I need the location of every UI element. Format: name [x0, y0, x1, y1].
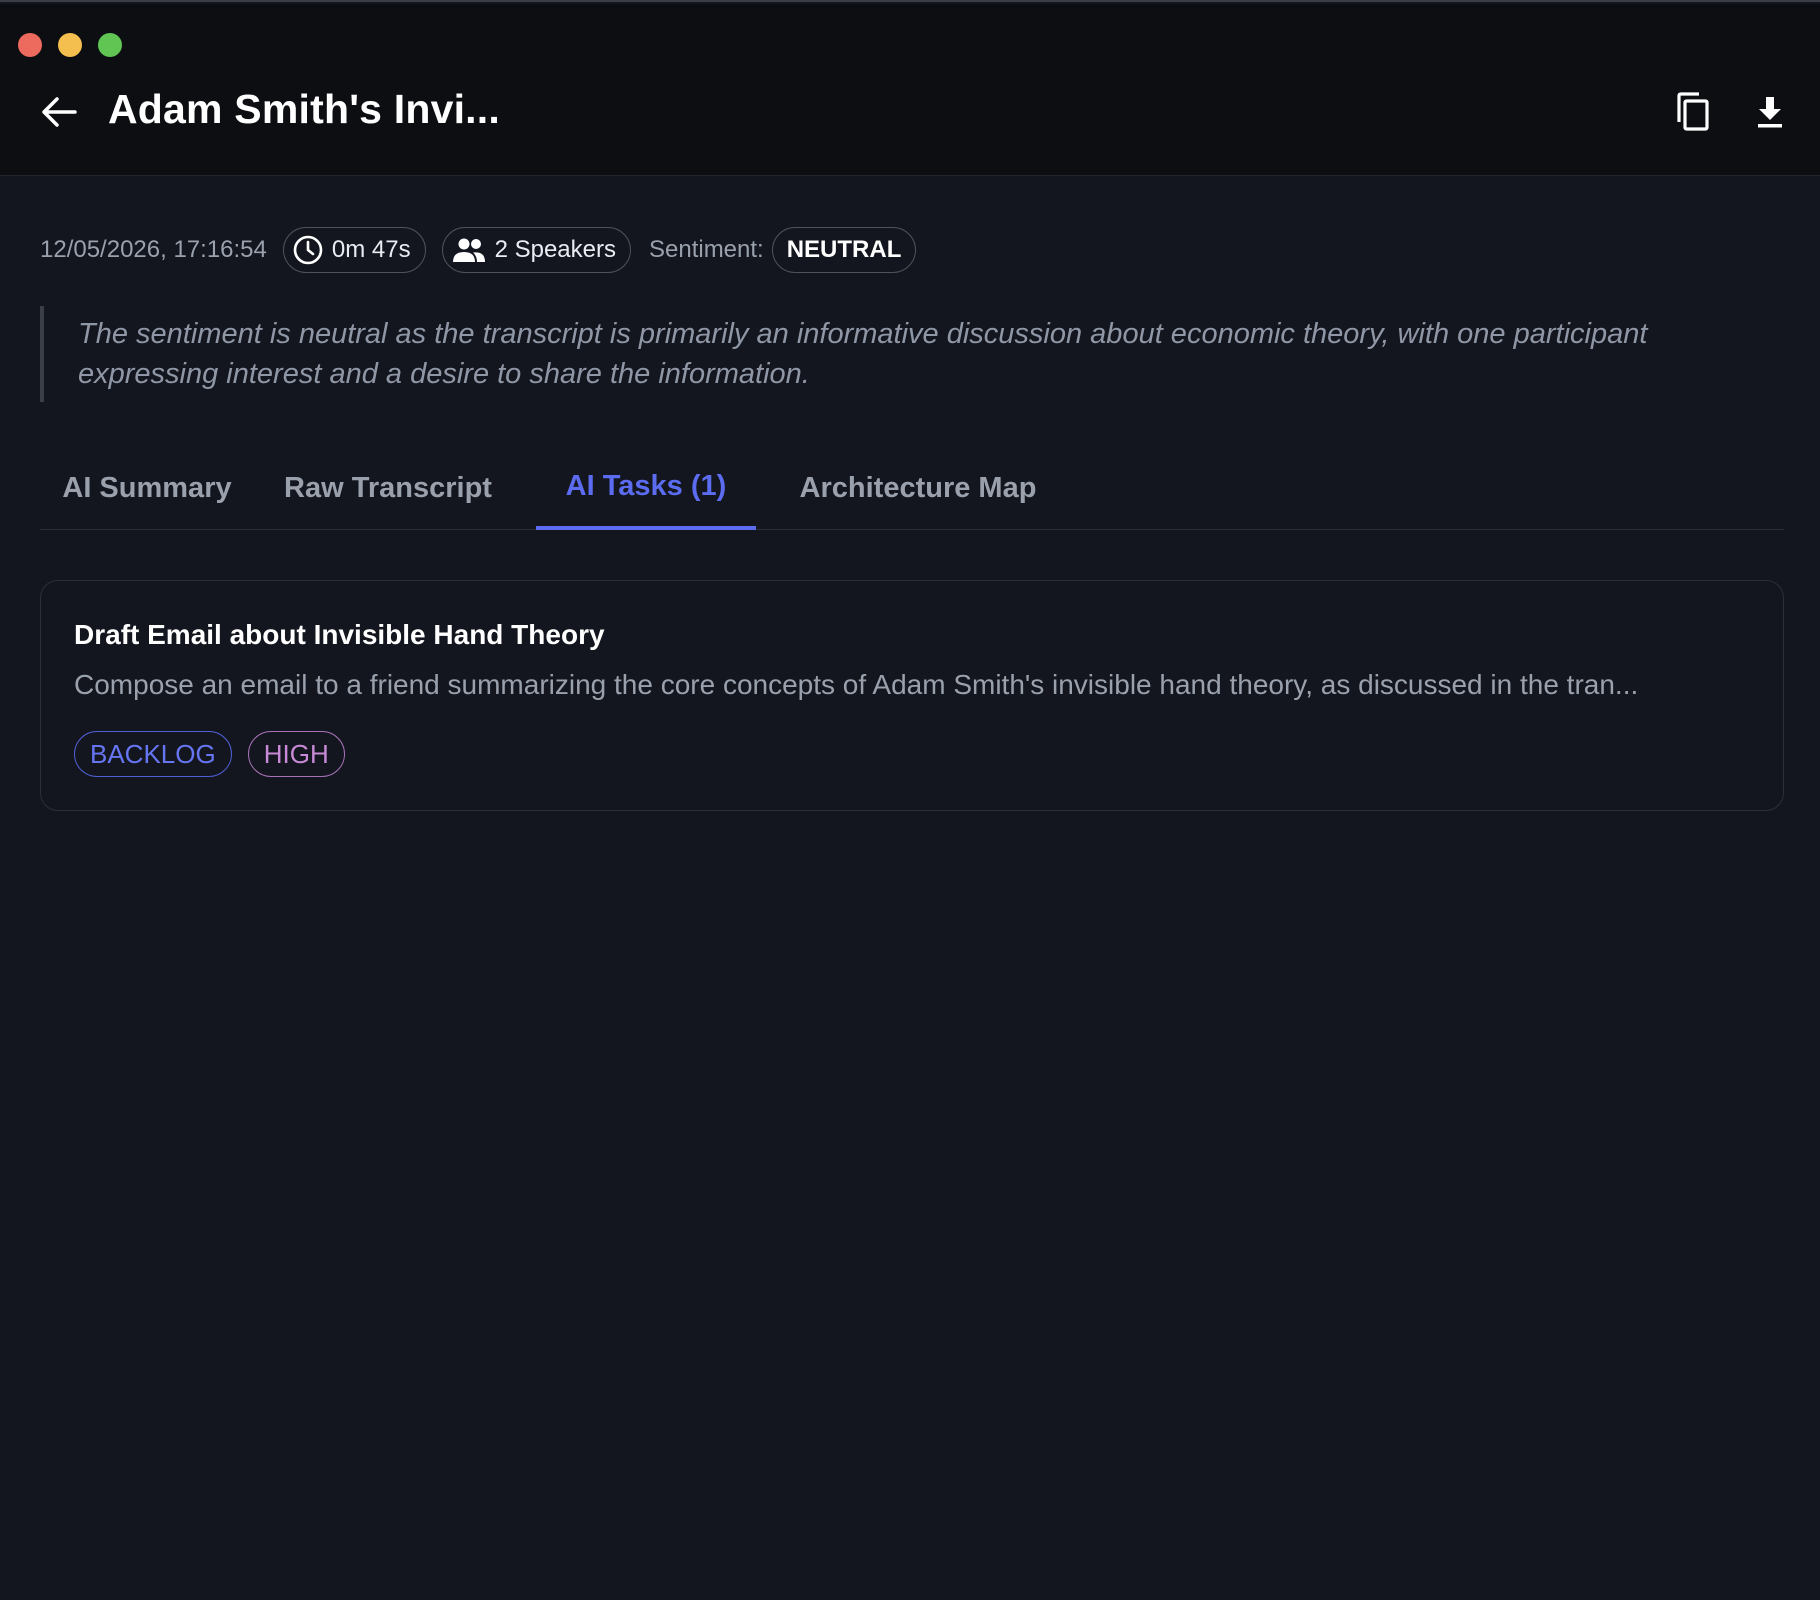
header-bar: Adam Smith's Invi... [0, 4, 1820, 176]
recording-meta: 12/05/2026, 17:16:54 0m 47s 2 Speakers S… [40, 226, 917, 274]
arrow-left-icon [42, 97, 77, 127]
tab-ai-summary[interactable]: AI Summary [40, 446, 254, 530]
back-button[interactable] [38, 92, 80, 132]
tab-ai-tasks[interactable]: AI Tasks (1) [536, 446, 756, 530]
tab-bar: AI Summary Raw Transcript AI Tasks (1) A… [40, 446, 1784, 530]
minimize-window-button[interactable] [58, 33, 82, 57]
task-title: Draft Email about Invisible Hand Theory [74, 619, 605, 650]
app-window: Adam Smith's Invi... 12/05/2026, 17:16:5… [0, 0, 1820, 1600]
sentiment-explanation: The sentiment is neutral as the transcri… [40, 306, 1740, 402]
copy-icon [1677, 92, 1709, 131]
tab-architecture-map[interactable]: Architecture Map [792, 446, 1044, 530]
users-icon [451, 236, 487, 264]
download-icon [1758, 97, 1782, 128]
page-title: Adam Smith's Invi... [108, 86, 500, 132]
copy-button[interactable] [1671, 90, 1715, 134]
priority-badge: HIGH [247, 731, 345, 777]
download-button[interactable] [1748, 90, 1792, 134]
duration-value: 0m 47s [331, 236, 411, 263]
speakers-count: 2 Speakers [494, 236, 616, 263]
status-badge: BACKLOG [74, 731, 232, 777]
sentiment-label: Sentiment: [648, 236, 764, 263]
recording-date: 12/05/2026, 17:16:54 [40, 236, 267, 263]
window-controls [18, 33, 122, 57]
task-card[interactable]: Draft Email about Invisible Hand Theory … [40, 580, 1784, 811]
speakers-badge: 2 Speakers [441, 227, 631, 273]
close-window-button[interactable] [18, 33, 42, 57]
task-description: Compose an email to a friend summarizing… [74, 669, 1639, 700]
maximize-window-button[interactable] [98, 33, 122, 57]
clock-icon [292, 234, 324, 266]
duration-badge: 0m 47s [282, 227, 426, 273]
tab-raw-transcript[interactable]: Raw Transcript [274, 446, 502, 530]
sentiment-badge: NEUTRAL [771, 227, 917, 273]
task-tags: BACKLOG HIGH [74, 731, 345, 777]
